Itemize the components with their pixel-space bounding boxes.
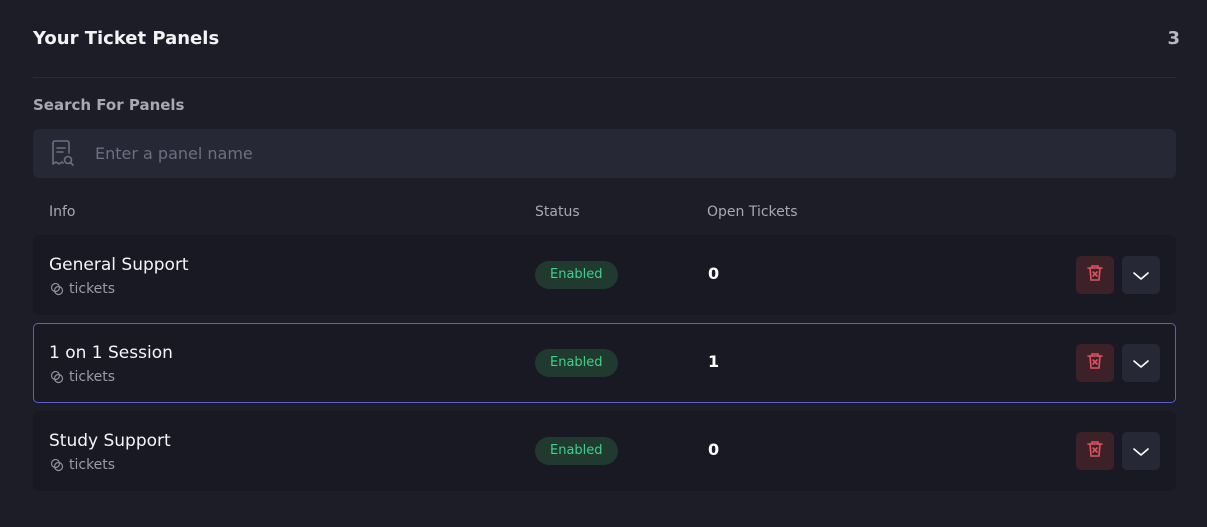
status-badge: Enabled — [535, 437, 618, 465]
chat-bubbles-icon — [50, 458, 64, 472]
column-open-tickets: Open Tickets — [707, 204, 798, 220]
chevron-down-icon — [1132, 354, 1150, 373]
open-tickets-count: 0 — [708, 440, 720, 459]
open-tickets-count: 0 — [708, 264, 720, 283]
panel-row[interactable]: 1 on 1 Session tickets Enabled 1 — [33, 323, 1176, 403]
panel-channel: tickets — [50, 281, 115, 297]
table-header: Info Status Open Tickets — [33, 202, 1176, 224]
page-title: Your Ticket Panels — [33, 28, 220, 49]
panel-row[interactable]: General Support tickets Enabled 0 — [33, 235, 1176, 315]
column-info: Info — [49, 204, 76, 220]
delete-panel-button[interactable] — [1076, 432, 1114, 470]
expand-panel-button[interactable] — [1122, 432, 1160, 470]
chevron-down-icon — [1132, 266, 1150, 285]
expand-panel-button[interactable] — [1122, 344, 1160, 382]
expand-panel-button[interactable] — [1122, 256, 1160, 294]
ticket-search-icon — [48, 139, 76, 169]
chat-bubbles-icon — [50, 370, 64, 384]
delete-panel-button[interactable] — [1076, 344, 1114, 382]
delete-panel-button[interactable] — [1076, 256, 1114, 294]
trash-icon — [1085, 263, 1105, 287]
panel-channel-label: tickets — [69, 281, 116, 297]
search-input[interactable] — [95, 144, 1095, 163]
panel-name: Study Support — [49, 431, 171, 451]
chat-bubbles-icon — [50, 282, 64, 296]
panels-header: Your Ticket Panels 3 — [33, 0, 1180, 78]
search-label: Search For Panels — [33, 96, 185, 114]
panel-name: General Support — [49, 255, 189, 275]
trash-icon — [1085, 439, 1105, 463]
panel-channel: tickets — [50, 369, 115, 385]
column-status: Status — [535, 204, 580, 220]
status-badge: Enabled — [535, 349, 618, 377]
panel-channel-label: tickets — [69, 369, 116, 385]
panel-channel: tickets — [50, 457, 115, 473]
panel-name: 1 on 1 Session — [49, 343, 173, 363]
status-badge: Enabled — [535, 261, 618, 289]
panel-row[interactable]: Study Support tickets Enabled 0 — [33, 411, 1176, 491]
open-tickets-count: 1 — [708, 352, 720, 371]
search-box[interactable] — [33, 129, 1176, 178]
chevron-down-icon — [1132, 442, 1150, 461]
panel-channel-label: tickets — [69, 457, 116, 473]
panel-count: 3 — [1167, 28, 1180, 49]
trash-icon — [1085, 351, 1105, 375]
